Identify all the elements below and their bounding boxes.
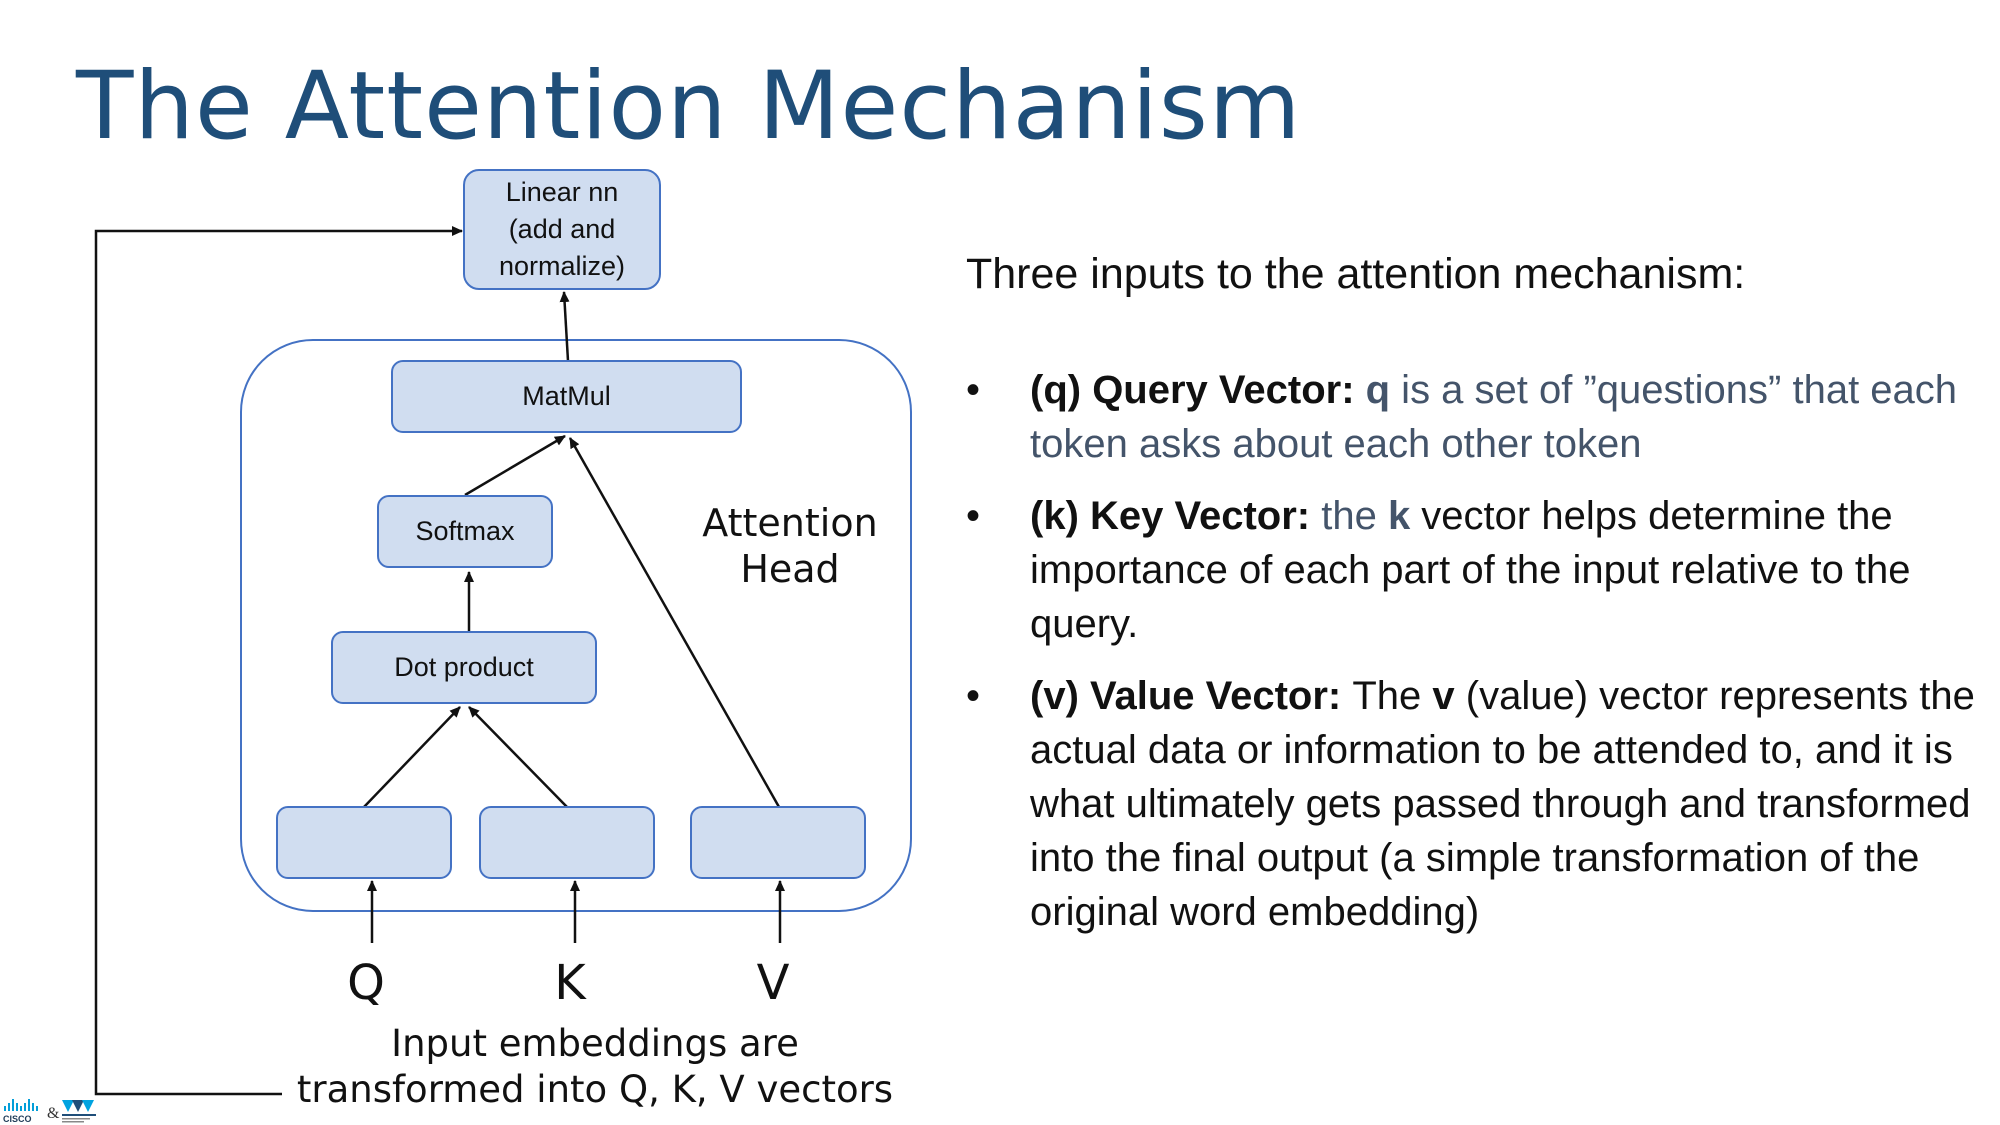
k-label: K: [554, 955, 586, 1011]
softmax-to-matmul-arrow: [464, 434, 566, 497]
key-projection-box: [479, 806, 655, 879]
q-to-dotproduct-arrow: [363, 706, 461, 808]
query-vector-variable: q: [1365, 368, 1391, 412]
value-vector-variable: v: [1432, 674, 1455, 718]
svg-text:CISCO: CISCO: [3, 1114, 32, 1124]
list-item: • (q) Query Vector: q is a set of ”questi…: [966, 363, 1976, 471]
linear-nn-box: Linear nn (add and normalize): [463, 169, 661, 290]
svg-text:&: &: [47, 1105, 60, 1122]
bullet-glyph: •: [966, 494, 981, 538]
matmul-box: MatMul: [391, 360, 742, 433]
bullet-glyph: •: [966, 368, 981, 412]
query-vector-term: (q) Query Vector:: [1030, 368, 1366, 412]
list-item: • (v) Value Vector: The v (value) vector …: [966, 669, 1976, 939]
slide: The Attention Mechanism Linear nn (add a…: [0, 0, 2000, 1125]
softmax-box: Softmax: [377, 495, 553, 568]
bullet-glyph: •: [966, 674, 981, 718]
value-vector-term: (v) Value Vector:: [1030, 674, 1353, 718]
query-projection-box: [276, 806, 452, 879]
v-label: V: [756, 955, 790, 1011]
v-to-matmul-arrow: [568, 437, 781, 808]
input-caption: Input embeddings are transformed into Q,…: [296, 1022, 894, 1111]
cisco-bars-icon: [4, 1099, 38, 1111]
q-label: Q: [347, 955, 385, 1011]
explanation-heading: Three inputs to the attention mechanism:: [966, 250, 1746, 298]
dot-product-box: Dot product: [331, 631, 597, 704]
key-vector-prefix: the: [1321, 494, 1388, 538]
key-vector-variable: k: [1387, 494, 1411, 538]
cisco-imt-logo: CISCO &: [3, 1099, 96, 1124]
imt-logo-icon: [62, 1100, 96, 1123]
explanation-list: • (q) Query Vector: q is a set of ”questi…: [966, 363, 1976, 957]
matmul-to-linear-arrow: [559, 291, 570, 362]
value-vector-prefix: The: [1352, 674, 1433, 718]
list-item: • (k) Key Vector: the k vector helps dete…: [966, 489, 1976, 651]
attention-head-label: Attention Head: [702, 501, 878, 591]
key-vector-term: (k) Key Vector:: [1030, 494, 1322, 538]
k-to-dotproduct-arrow: [468, 706, 568, 808]
value-projection-box: [690, 806, 866, 879]
